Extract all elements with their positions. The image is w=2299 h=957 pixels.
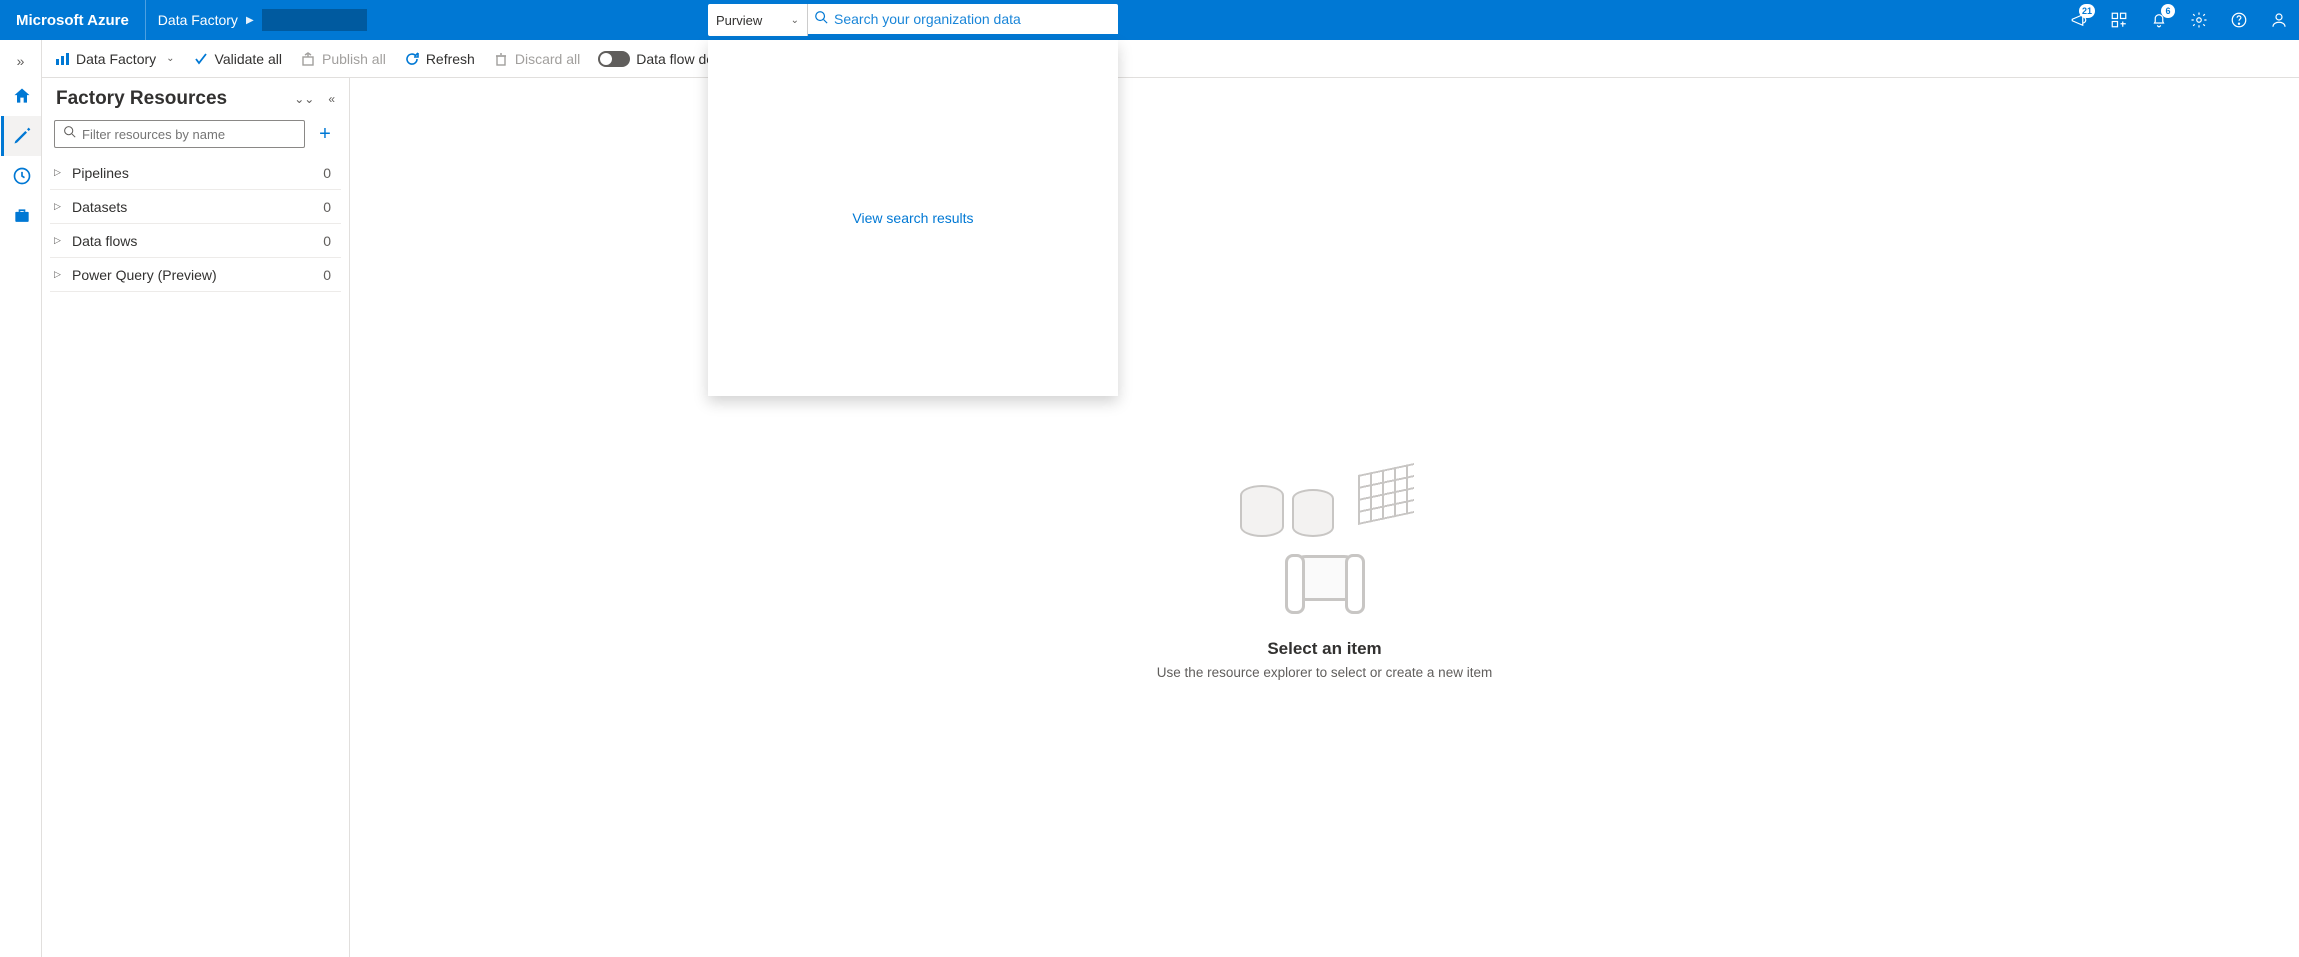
nav-author[interactable] (1, 116, 41, 156)
header-search: Purview ⌄ (708, 4, 1118, 36)
resources-item-label: Data flows (72, 233, 137, 249)
authoring-canvas: Select an item Use the resource explorer… (350, 78, 2299, 957)
expand-rail[interactable]: » (0, 46, 41, 76)
feedback-button[interactable] (2259, 0, 2299, 40)
search-scope-dropdown[interactable]: Purview ⌄ (708, 4, 808, 36)
nav-home[interactable] (1, 76, 41, 116)
data-flow-debug-toggle[interactable] (598, 51, 630, 67)
breadcrumb-service[interactable]: Data Factory (158, 12, 238, 28)
command-publish-all-label: Publish all (322, 51, 386, 67)
content-column: Data Factory ⌄ Validate all Publish all … (42, 40, 2299, 957)
empty-state-illustration (1230, 435, 1420, 625)
resources-header: Factory Resources ⌄⌄ « (50, 88, 341, 120)
chevron-down-icon: ⌄ (166, 53, 174, 64)
announcements-button[interactable]: 21 (2059, 0, 2099, 40)
command-publish-all: Publish all (300, 51, 386, 67)
resources-item-pipelines[interactable]: ▷ Pipelines 0 (50, 156, 341, 190)
settings-button[interactable] (2179, 0, 2219, 40)
chevron-down-icon: ⌄ (791, 15, 799, 26)
resources-title: Factory Resources (56, 88, 227, 110)
resources-item-powerquery[interactable]: ▷ Power Query (Preview) 0 (50, 258, 341, 292)
header-right: 21 6 (2059, 0, 2299, 40)
resources-item-count: 0 (323, 165, 331, 181)
search-input[interactable] (834, 11, 1112, 27)
chevron-right-icon: ▷ (54, 235, 64, 246)
command-discard-all-label: Discard all (515, 51, 580, 67)
resources-expand-all-icon[interactable]: ⌄⌄ (294, 92, 314, 106)
help-button[interactable] (2219, 0, 2259, 40)
brand[interactable]: Microsoft Azure (0, 0, 146, 40)
resources-filter-row: + (50, 120, 341, 148)
command-data-factory-label: Data Factory (76, 51, 156, 67)
command-bar: Data Factory ⌄ Validate all Publish all … (42, 40, 2299, 78)
resources-item-count: 0 (323, 199, 331, 215)
main: » Data Factory ⌄ Validate all (0, 40, 2299, 957)
breadcrumb: Data Factory ▶ (146, 9, 367, 31)
breadcrumb-resource-redacted[interactable] (262, 9, 367, 31)
search-box[interactable] (808, 4, 1118, 36)
resources-filter-input[interactable] (82, 127, 296, 142)
command-data-factory[interactable]: Data Factory ⌄ (54, 51, 175, 67)
azure-header: Microsoft Azure Data Factory ▶ Purview ⌄… (0, 0, 2299, 40)
command-discard-all: Discard all (493, 51, 580, 67)
search-scope-label: Purview (716, 13, 762, 28)
empty-state: Select an item Use the resource explorer… (1157, 435, 1492, 680)
resources-collapse-pane-icon[interactable]: « (328, 92, 335, 106)
sync-status-button[interactable] (2099, 0, 2139, 40)
resources-list: ▷ Pipelines 0 ▷ Datasets 0 ▷ Data flows 0 ▷… (50, 156, 341, 292)
chevron-right-icon: ▷ (54, 167, 64, 178)
resources-item-count: 0 (323, 233, 331, 249)
chevron-right-icon: ▶ (246, 15, 254, 26)
empty-state-subtitle: Use the resource explorer to select or c… (1157, 665, 1492, 680)
resources-item-label: Datasets (72, 199, 127, 215)
resources-item-datasets[interactable]: ▷ Datasets 0 (50, 190, 341, 224)
chevron-right-icon: ▷ (54, 269, 64, 280)
notifications-badge: 6 (2161, 4, 2175, 18)
resources-filter[interactable] (54, 120, 305, 148)
view-search-results-link[interactable]: View search results (852, 210, 973, 226)
nav-monitor[interactable] (1, 156, 41, 196)
resources-item-count: 0 (323, 267, 331, 283)
search-results-dropdown: View search results (708, 40, 1118, 396)
resources-pane: Factory Resources ⌄⌄ « + (42, 78, 350, 957)
authoring-split: Factory Resources ⌄⌄ « + (42, 78, 2299, 957)
announcements-badge: 21 (2079, 4, 2095, 18)
search-icon (63, 125, 76, 143)
search-icon (814, 10, 828, 29)
command-validate-all-label: Validate all (215, 51, 282, 67)
notifications-button[interactable]: 6 (2139, 0, 2179, 40)
empty-state-title: Select an item (1157, 639, 1492, 659)
chevron-right-icon: ▷ (54, 201, 64, 212)
resources-item-label: Pipelines (72, 165, 129, 181)
command-refresh-label: Refresh (426, 51, 475, 67)
left-rail: » (0, 40, 42, 957)
resources-item-label: Power Query (Preview) (72, 267, 217, 283)
resources-add-button[interactable]: + (313, 123, 337, 146)
resources-item-dataflows[interactable]: ▷ Data flows 0 (50, 224, 341, 258)
nav-manage[interactable] (1, 196, 41, 236)
command-validate-all[interactable]: Validate all (193, 51, 282, 67)
command-refresh[interactable]: Refresh (404, 51, 475, 67)
